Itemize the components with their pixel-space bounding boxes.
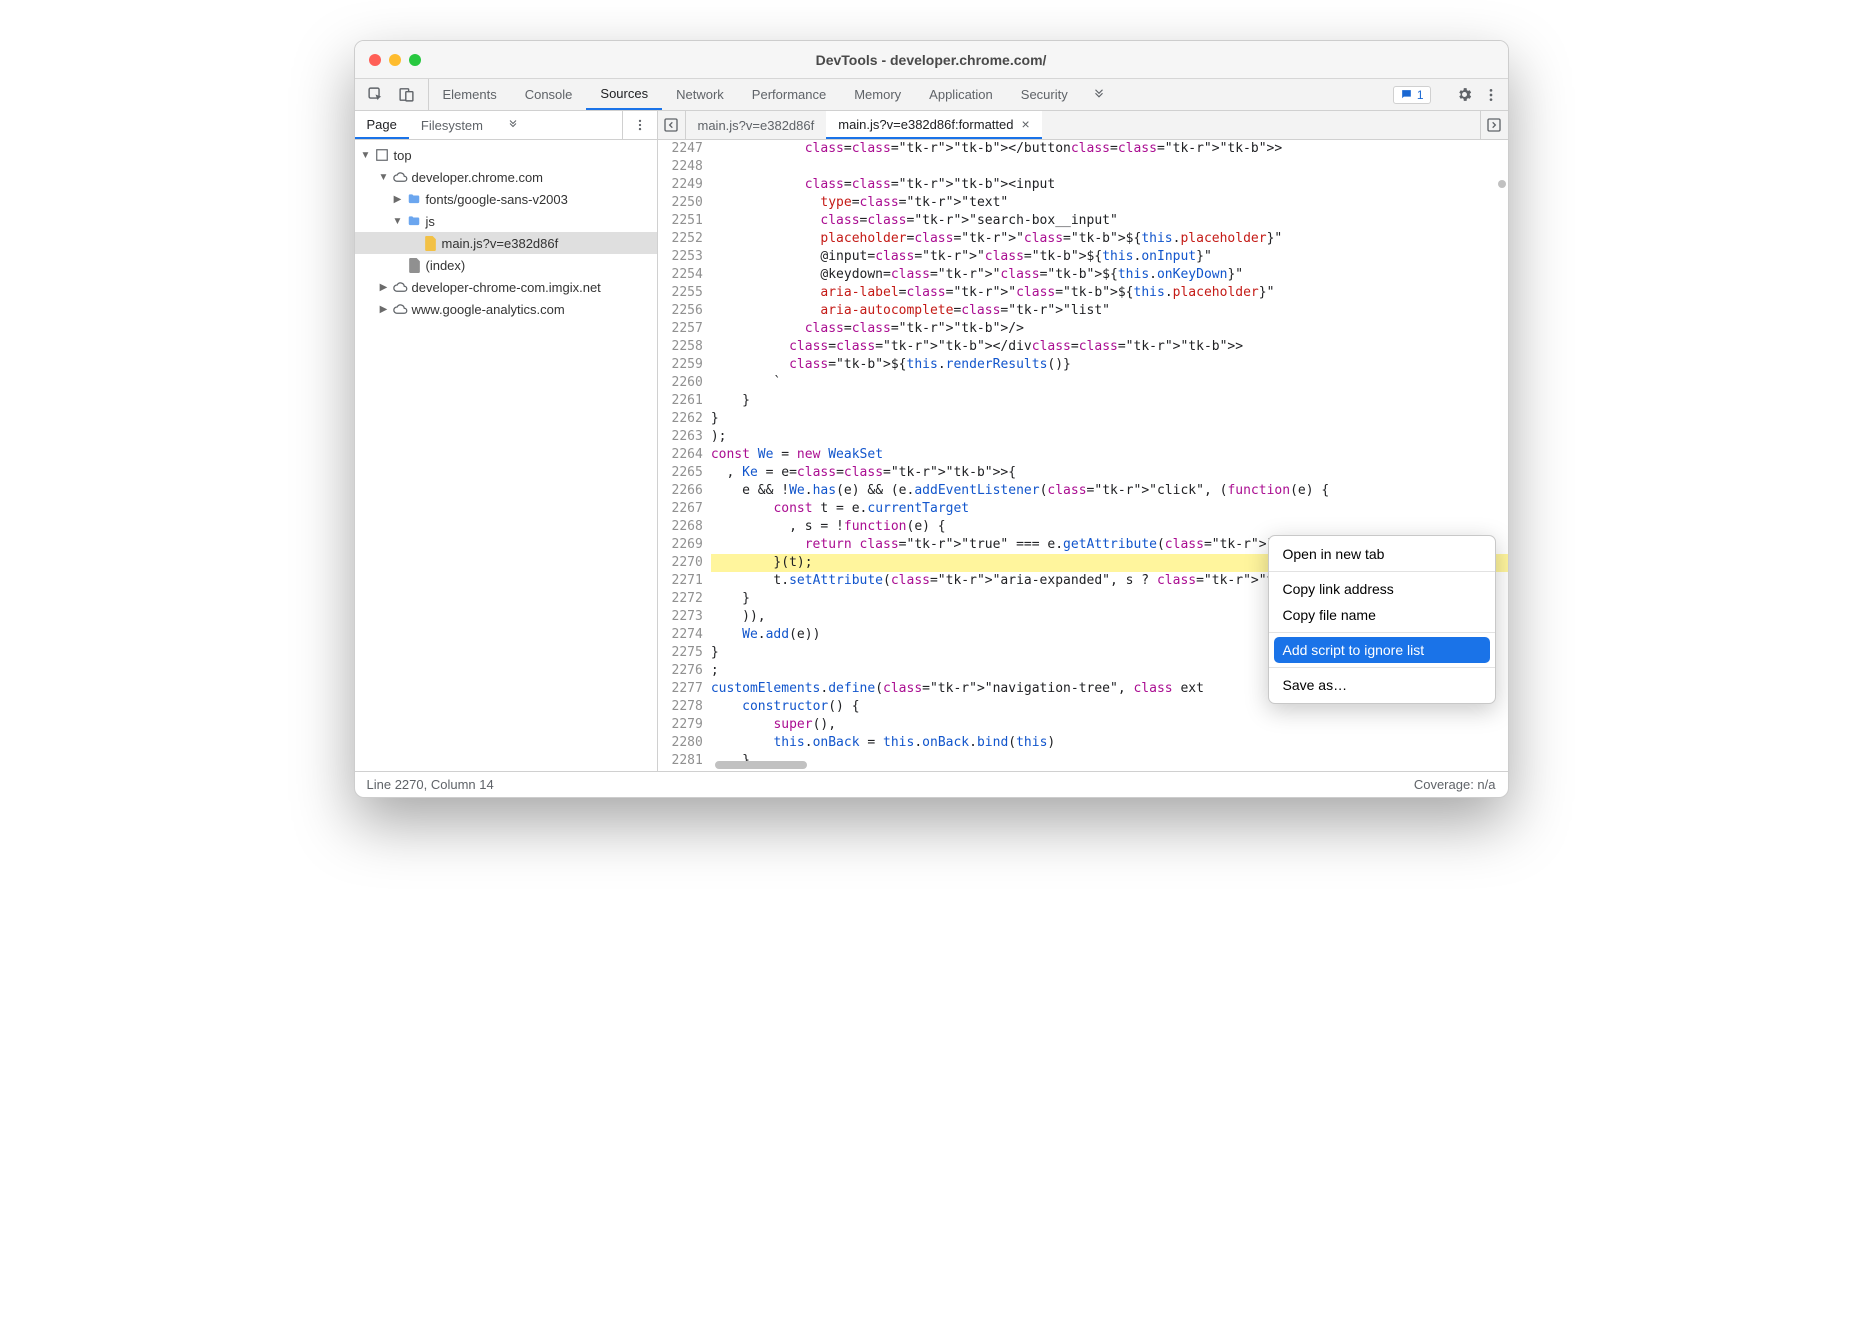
editor-tab-label: main.js?v=e382d86f — [698, 118, 815, 133]
tree-node-ga[interactable]: ▶ www.google-analytics.com — [355, 298, 657, 320]
tree-node-js[interactable]: ▼ js — [355, 210, 657, 232]
tree-node-mainjs[interactable]: main.js?v=e382d86f — [355, 232, 657, 254]
zoom-window-button[interactable] — [409, 54, 421, 66]
chevron-down-icon: ▼ — [361, 150, 371, 161]
panel-tab-memory[interactable]: Memory — [840, 79, 915, 110]
minimize-window-button[interactable] — [389, 54, 401, 66]
editor-tab-mainjs[interactable]: main.js?v=e382d86f — [686, 111, 827, 139]
cloud-icon — [393, 280, 408, 295]
tree-node-imgix[interactable]: ▶ developer-chrome-com.imgix.net — [355, 276, 657, 298]
tree-label: fonts/google-sans-v2003 — [426, 192, 568, 207]
context-menu-item[interactable]: Copy link address — [1269, 576, 1495, 602]
inspect-element-icon[interactable] — [367, 86, 385, 104]
kebab-menu-icon[interactable] — [1480, 86, 1502, 104]
cursor-position: Line 2270, Column 14 — [367, 777, 494, 792]
line-number-gutter: 2247224822492250225122522253225422552256… — [658, 140, 711, 771]
tree-label: top — [394, 148, 412, 163]
editor-tabs: main.js?v=e382d86f main.js?v=e382d86f:fo… — [658, 111, 1508, 140]
js-file-icon — [423, 236, 438, 251]
panel-tab-elements[interactable]: Elements — [429, 79, 511, 110]
tree-node-fonts[interactable]: ▶ fonts/google-sans-v2003 — [355, 188, 657, 210]
panel-tabs: ElementsConsoleSourcesNetworkPerformance… — [429, 79, 1082, 110]
toolbar-right-icons: 1 — [1387, 79, 1508, 110]
tree-label: developer.chrome.com — [412, 170, 544, 185]
panel-tab-console[interactable]: Console — [511, 79, 587, 110]
chevron-right-icon: ▶ — [379, 282, 389, 293]
tree-label: (index) — [426, 258, 466, 273]
chevron-right-icon: ▶ — [393, 194, 403, 205]
cloud-icon — [393, 170, 408, 185]
folder-icon — [407, 192, 422, 207]
chevron-down-icon: ▼ — [379, 172, 389, 183]
toggle-debugger-sidebar-icon[interactable] — [1480, 111, 1508, 139]
cloud-icon — [393, 302, 408, 317]
titlebar: DevTools - developer.chrome.com/ — [355, 41, 1508, 79]
close-window-button[interactable] — [369, 54, 381, 66]
editor-nav-back-icon[interactable] — [658, 111, 686, 139]
editor-tab-mainjs-formatted[interactable]: main.js?v=e382d86f:formatted × — [826, 111, 1041, 139]
chevron-right-icon: ▶ — [379, 304, 389, 315]
panel-body: PageFilesystem ▼ top ▼ devel — [355, 111, 1508, 771]
traffic-lights — [355, 54, 421, 66]
context-menu-item[interactable]: Open in new tab — [1269, 541, 1495, 567]
tree-node-domain[interactable]: ▼ developer.chrome.com — [355, 166, 657, 188]
context-menu-item[interactable]: Add script to ignore list — [1274, 637, 1490, 663]
status-bar: Line 2270, Column 14 Coverage: n/a — [355, 771, 1508, 797]
navigator-tab-filesystem[interactable]: Filesystem — [409, 111, 495, 139]
coverage-status: Coverage: n/a — [1414, 777, 1496, 792]
navigator-more-tabs[interactable] — [495, 111, 531, 139]
frame-icon — [375, 148, 390, 163]
window-title: DevTools - developer.chrome.com/ — [355, 52, 1508, 68]
panel-tab-performance[interactable]: Performance — [738, 79, 840, 110]
navigator-menu-icon[interactable] — [622, 111, 657, 139]
navigator-tabs: PageFilesystem — [355, 111, 657, 140]
navigator-sidebar: PageFilesystem ▼ top ▼ devel — [355, 111, 658, 771]
tree-label: developer-chrome-com.imgix.net — [412, 280, 601, 295]
navigator-tab-page[interactable]: Page — [355, 111, 409, 139]
panel-tab-application[interactable]: Application — [915, 79, 1007, 110]
more-tabs-button[interactable] — [1082, 79, 1116, 110]
device-toolbar-icon[interactable] — [398, 86, 416, 104]
tree-label: main.js?v=e382d86f — [442, 236, 559, 251]
editor-tab-label: main.js?v=e382d86f:formatted — [838, 117, 1013, 132]
tree-label: js — [426, 214, 435, 229]
toolbar-left-icons — [355, 79, 429, 110]
context-menu: Open in new tab Copy link addressCopy fil… — [1268, 535, 1496, 704]
panel-tab-sources[interactable]: Sources — [586, 79, 662, 110]
horizontal-scrollbar-thumb[interactable] — [715, 761, 807, 769]
context-menu-item[interactable]: Copy file name — [1269, 602, 1495, 628]
vertical-scrollbar-thumb[interactable] — [1498, 180, 1506, 188]
close-tab-icon[interactable]: × — [1021, 116, 1029, 132]
file-tree: ▼ top ▼ developer.chrome.com ▶ fonts/goo… — [355, 140, 657, 771]
context-menu-separator — [1269, 667, 1495, 668]
panel-tab-network[interactable]: Network — [662, 79, 738, 110]
devtools-window: DevTools - developer.chrome.com/ Element… — [354, 40, 1509, 798]
issues-badge[interactable]: 1 — [1393, 86, 1431, 104]
editor-panel: main.js?v=e382d86f main.js?v=e382d86f:fo… — [658, 111, 1508, 771]
issues-count: 1 — [1417, 88, 1424, 102]
context-menu-item[interactable]: Save as… — [1269, 672, 1495, 698]
context-menu-separator — [1269, 571, 1495, 572]
panel-tab-security[interactable]: Security — [1007, 79, 1082, 110]
settings-icon[interactable] — [1452, 86, 1478, 104]
tree-node-top[interactable]: ▼ top — [355, 144, 657, 166]
main-toolbar: ElementsConsoleSourcesNetworkPerformance… — [355, 79, 1508, 111]
chevron-down-icon: ▼ — [393, 216, 403, 227]
tree-node-index[interactable]: (index) — [355, 254, 657, 276]
context-menu-separator — [1269, 632, 1495, 633]
tree-label: www.google-analytics.com — [412, 302, 565, 317]
folder-icon — [407, 214, 422, 229]
horizontal-scrollbar[interactable] — [711, 759, 1508, 771]
file-icon — [407, 258, 422, 273]
